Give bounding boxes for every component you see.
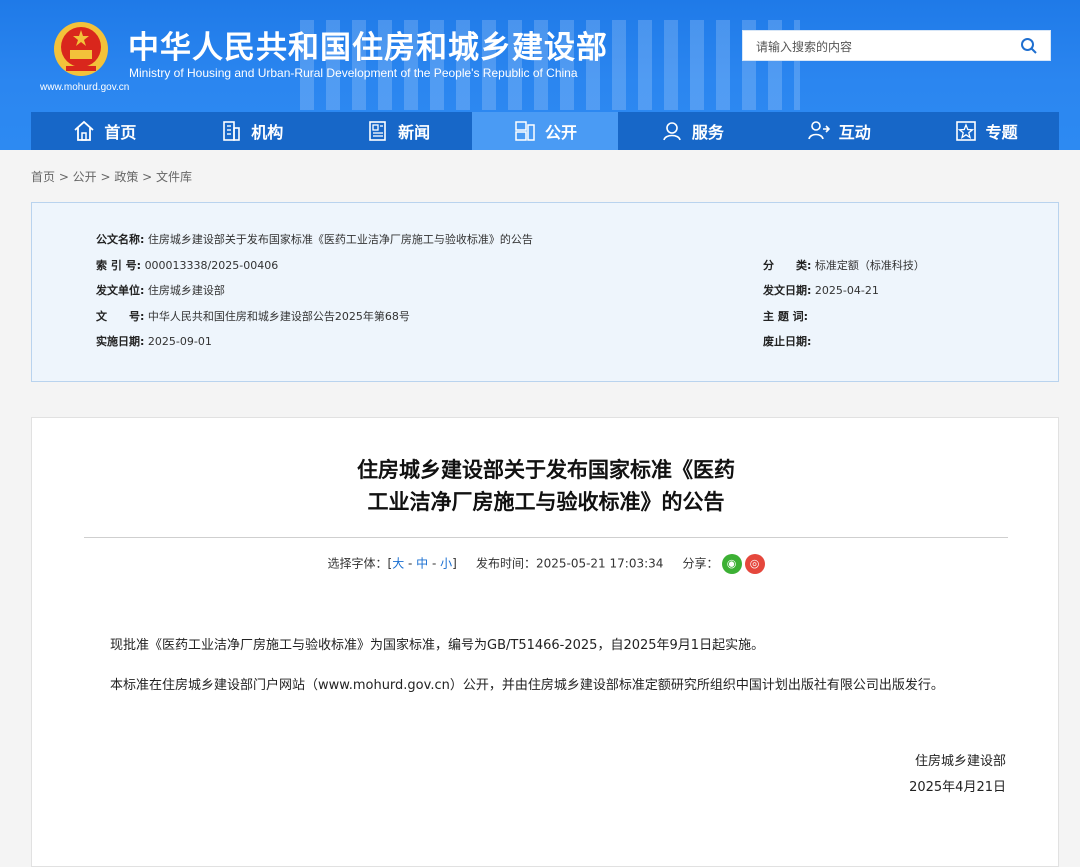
meta-effective: 实施日期: 2025-09-01: [96, 333, 212, 349]
search-box[interactable]: 请输入搜索的内容: [742, 30, 1051, 61]
main-nav: 首页 机构 新闻 公开 服务 互动 专题: [31, 112, 1059, 150]
article-paragraph: 本标准在住房城乡建设部门户网站（www.mohurd.gov.cn）公开，并由住…: [110, 678, 944, 693]
document-icon: [515, 121, 535, 141]
nav-label: 互动: [838, 123, 871, 142]
meta-label: 发文单位:: [96, 284, 145, 297]
signature-org: 住房城乡建设部: [914, 754, 1006, 769]
share-label: 分享：: [682, 556, 719, 571]
nav-item-news[interactable]: 新闻: [325, 112, 472, 150]
meta-index: 索 引 号: 000013338/2025-00406: [96, 257, 278, 273]
meta-value: 2025-04-21: [814, 284, 879, 297]
article-title-line: 工业洁净厂房施工与验收标准》的公告: [367, 490, 725, 514]
meta-expire: 废止日期:: [763, 333, 811, 349]
building-icon: [223, 121, 241, 141]
nav-item-home[interactable]: 首页: [31, 112, 178, 150]
interact-icon: [807, 121, 830, 140]
nav-item-interact[interactable]: 互动: [765, 112, 912, 150]
font-size-label: 选择字体：[: [327, 556, 393, 571]
signature-date: 2025年4月21日: [909, 780, 1006, 795]
meta-value: 住房城乡建设部关于发布国家标准《医药工业洁净厂房施工与验收标准》的公告: [147, 233, 533, 246]
breadcrumb[interactable]: 首页 > 公开 > 政策 > 文件库: [31, 168, 192, 185]
publish-time: 2025-05-21 17:03:34: [535, 556, 664, 571]
search-input[interactable]: 请输入搜索的内容: [756, 38, 852, 55]
article-title-line: 住房城乡建设部关于发布国家标准《医药: [357, 458, 735, 482]
meta-value: 中华人民共和国住房和城乡建设部公告2025年第68号: [147, 310, 410, 323]
nav-item-service[interactable]: 服务: [618, 112, 765, 150]
search-icon[interactable]: [1020, 37, 1038, 55]
nav-label: 首页: [104, 123, 137, 142]
meta-doc-name: 公文名称: 住房城乡建设部关于发布国家标准《医药工业洁净厂房施工与验收标准》的公…: [96, 231, 533, 247]
nav-label: 服务: [691, 123, 724, 142]
document-meta-box: 公文名称: 住房城乡建设部关于发布国家标准《医药工业洁净厂房施工与验收标准》的公…: [31, 202, 1059, 382]
home-icon: [74, 120, 95, 141]
national-emblem-icon[interactable]: [52, 20, 110, 78]
meta-value: 标准定额（标准科技）: [814, 259, 925, 272]
nav-label: 新闻: [398, 123, 431, 142]
meta-value: 000013338/2025-00406: [144, 259, 279, 272]
nav-label: 公开: [545, 123, 578, 142]
title-divider: [84, 537, 1008, 538]
font-large-link[interactable]: 大: [392, 557, 404, 571]
nav-label: 机构: [251, 123, 284, 142]
font-medium-link[interactable]: 中: [416, 557, 428, 571]
meta-category: 分 类: 标准定额（标准科技）: [763, 257, 925, 273]
article-panel: 住房城乡建设部关于发布国家标准《医药 工业洁净厂房施工与验收标准》的公告 选择字…: [31, 417, 1059, 867]
meta-issue-date: 发文日期: 2025-04-21: [763, 282, 879, 298]
nav-label: 专题: [985, 123, 1018, 142]
site-title-en: Ministry of Housing and Urban-Rural Deve…: [129, 66, 578, 80]
meta-docno: 文 号: 中华人民共和国住房和城乡建设部公告2025年第68号: [96, 308, 410, 324]
article-title: 住房城乡建设部关于发布国家标准《医药 工业洁净厂房施工与验收标准》的公告: [32, 454, 1060, 518]
weibo-share-icon[interactable]: ◎: [744, 554, 765, 574]
nav-item-institution[interactable]: 机构: [178, 112, 325, 150]
meta-label: 索 引 号:: [96, 259, 142, 272]
news-icon: [369, 121, 386, 141]
meta-label: 废止日期:: [763, 335, 812, 348]
meta-label: 实施日期:: [96, 335, 145, 348]
nav-item-public[interactable]: 公开: [471, 112, 619, 150]
nav-item-topic[interactable]: 专题: [912, 112, 1059, 150]
meta-label: 公文名称:: [96, 233, 145, 246]
meta-label: 发文日期:: [763, 284, 812, 297]
meta-label: 文 号:: [96, 310, 145, 323]
meta-value: 2025-09-01: [147, 335, 212, 348]
publish-label: 发布时间：: [475, 556, 536, 571]
article-paragraph: 现批准《医药工业洁净厂房施工与验收标准》为国家标准，编号为GB/T51466-2…: [110, 638, 765, 653]
meta-label: 分 类:: [763, 259, 812, 272]
wechat-share-icon[interactable]: ◉: [721, 554, 742, 574]
article-info-line: 选择字体：[大 - 中 - 小] 发布时间：2025-05-21 17:03:3…: [32, 554, 1060, 574]
site-title-cn[interactable]: 中华人民共和国住房和城乡建设部: [128, 22, 608, 67]
meta-issuer: 发文单位: 住房城乡建设部: [96, 282, 225, 298]
meta-keywords: 主 题 词:: [763, 308, 808, 324]
service-icon: [663, 122, 681, 141]
star-icon: [955, 121, 976, 141]
font-small-link[interactable]: 小: [440, 557, 452, 571]
site-url: www.mohurd.gov.cn: [40, 82, 130, 93]
meta-value: 住房城乡建设部: [147, 284, 225, 297]
meta-label: 主 题 词:: [763, 310, 809, 323]
font-size-bracket: ]: [452, 556, 457, 571]
